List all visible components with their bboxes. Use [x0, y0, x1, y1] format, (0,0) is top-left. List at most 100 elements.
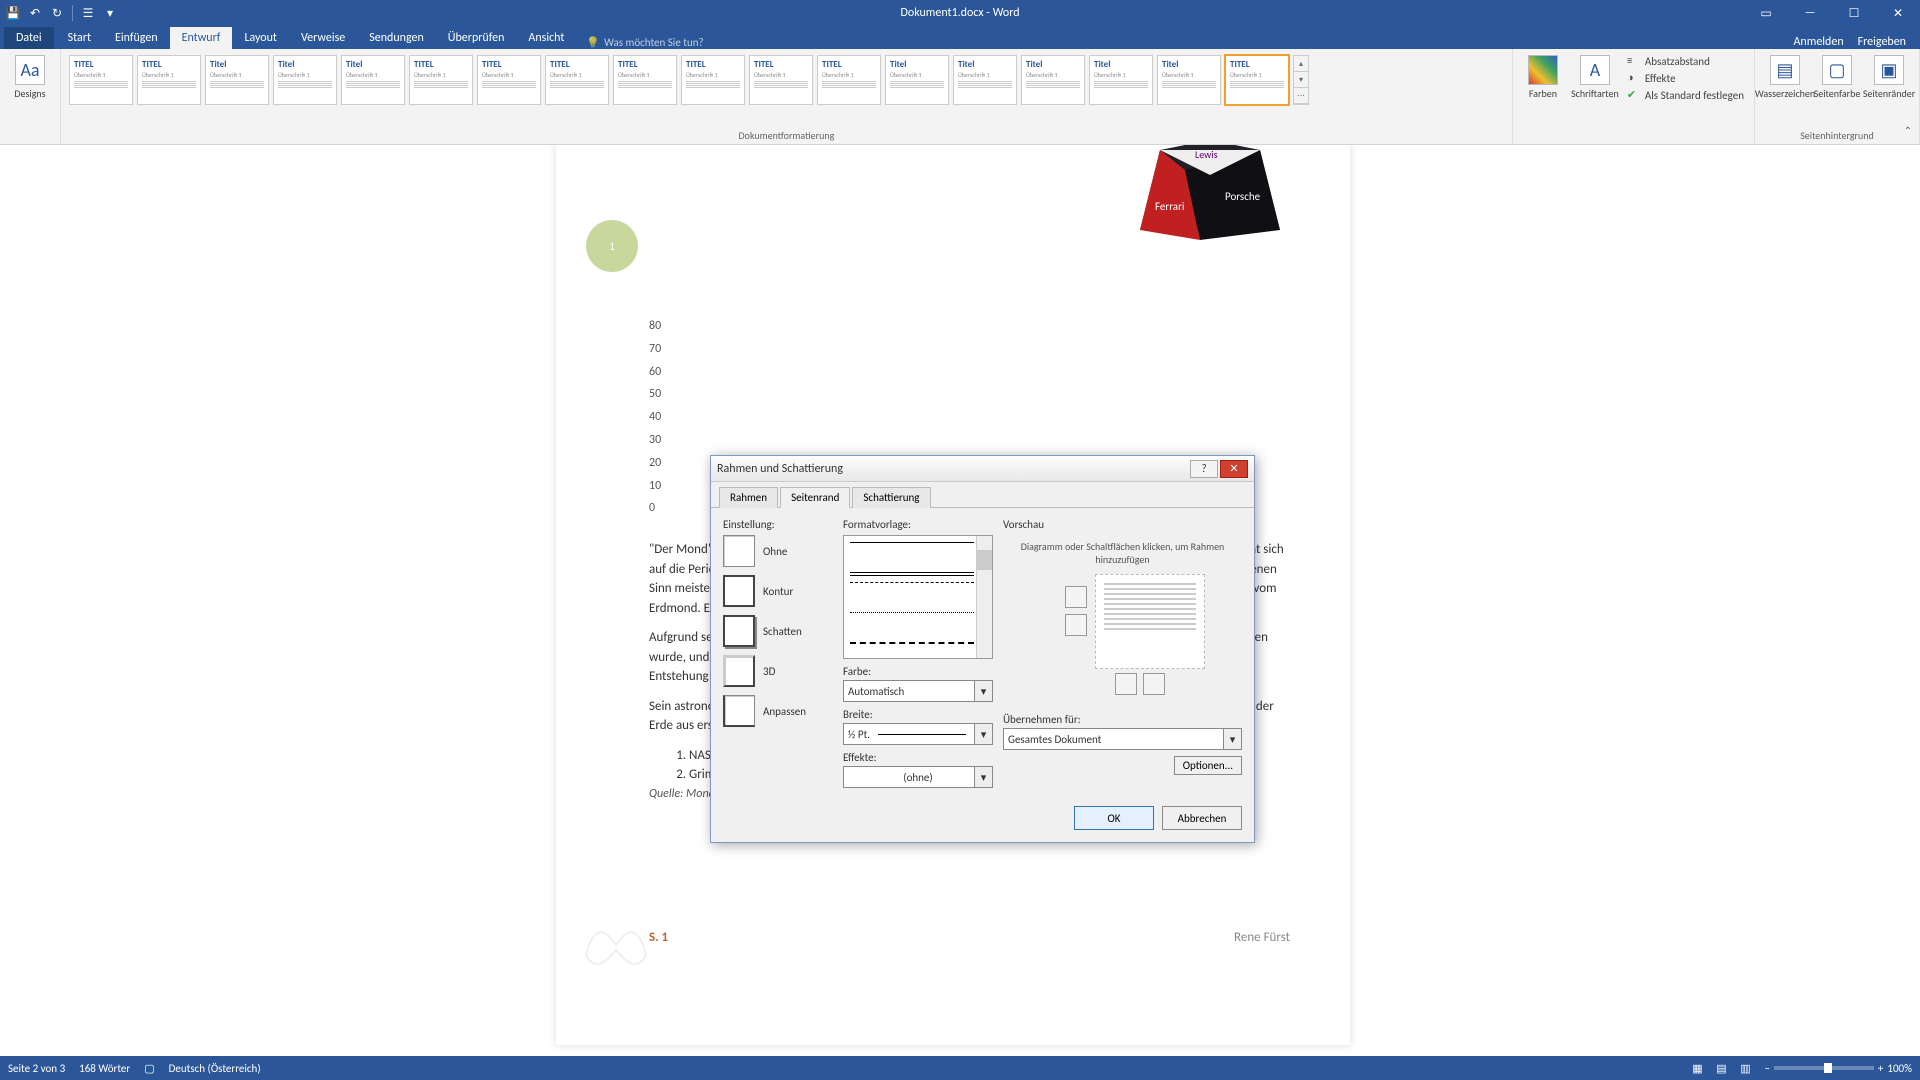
maximize-button[interactable]: ☐ — [1832, 0, 1876, 26]
options-button[interactable]: Optionen... — [1174, 756, 1242, 775]
tab-references[interactable]: Verweise — [289, 27, 357, 49]
set-default-button[interactable]: ✔Als Standard festlegen — [1623, 87, 1748, 103]
chevron-down-icon[interactable]: ▾ — [974, 681, 992, 701]
zoom-out-button[interactable]: − — [1764, 1062, 1769, 1075]
tab-start[interactable]: Start — [56, 27, 103, 49]
apply-to-combo[interactable]: Gesamtes Dokument▾ — [1003, 728, 1242, 750]
theme-thumb[interactable]: TitelÜberschrift 1 — [273, 55, 337, 105]
chevron-down-icon[interactable]: ▾ — [974, 767, 992, 787]
redo-icon[interactable]: ↻ — [50, 6, 64, 20]
colors-button[interactable]: Farben — [1519, 53, 1567, 102]
theme-thumb[interactable]: TitelÜberschrift 1 — [1021, 55, 1085, 105]
close-window-button[interactable]: ✕ — [1876, 0, 1920, 26]
theme-thumb[interactable]: TITELÜberschrift 1 — [545, 55, 609, 105]
view-web-button[interactable]: ▥ — [1734, 1059, 1756, 1077]
tab-insert[interactable]: Einfügen — [103, 27, 170, 49]
proofing-icon[interactable]: ▢ — [144, 1062, 154, 1075]
page-borders-button[interactable]: ▣ Seitenränder — [1865, 53, 1913, 102]
gallery-down[interactable]: ▾ — [1294, 72, 1308, 88]
zoom-in-button[interactable]: + — [1878, 1062, 1883, 1075]
theme-thumb[interactable]: TitelÜberschrift 1 — [885, 55, 949, 105]
style-scrollbar[interactable] — [976, 536, 992, 658]
page-color-button[interactable]: ▢ Seitenfarbe — [1813, 53, 1861, 102]
tab-borders[interactable]: Rahmen — [719, 487, 778, 508]
border-left-button[interactable] — [1115, 673, 1137, 695]
tab-layout[interactable]: Layout — [232, 27, 289, 49]
ribbon-display-button[interactable]: ▭ — [1744, 0, 1788, 26]
tellme-label: Was möchten Sie tun? — [604, 36, 704, 49]
dialog-titlebar[interactable]: Rahmen und Schattierung ? ✕ — [711, 456, 1254, 482]
theme-thumb[interactable]: TitelÜberschrift 1 — [205, 55, 269, 105]
theme-thumb[interactable]: TITELÜberschrift 1 — [69, 55, 133, 105]
window-title: Dokument1.docx - Word — [900, 6, 1019, 20]
share-button[interactable]: Freigeben — [1858, 35, 1906, 49]
zoom-slider[interactable] — [1774, 1066, 1874, 1070]
tab-file[interactable]: Datei — [4, 27, 54, 49]
theme-thumb[interactable]: TITELÜberschrift 1 — [749, 55, 813, 105]
theme-thumb[interactable]: TitelÜberschrift 1 — [953, 55, 1017, 105]
theme-thumb[interactable]: TITELÜberschrift 1 — [1225, 55, 1289, 105]
theme-thumb[interactable]: TitelÜberschrift 1 — [1157, 55, 1221, 105]
themes-button[interactable]: Aa Designs — [6, 53, 54, 102]
theme-thumb[interactable]: TitelÜberschrift 1 — [1089, 55, 1153, 105]
watermark-button[interactable]: ▤ Wasserzeichen — [1761, 53, 1809, 102]
gallery-up[interactable]: ▴ — [1294, 56, 1308, 72]
gallery-more[interactable]: ⋯ — [1294, 88, 1308, 104]
setting-3d[interactable]: 3D — [723, 655, 833, 687]
width-combo[interactable]: ½ Pt.▾ — [843, 723, 993, 745]
chevron-down-icon[interactable]: ▾ — [974, 724, 992, 744]
collapse-ribbon-button[interactable]: ⌃ — [1904, 124, 1912, 137]
qat-customize-icon[interactable]: ▾ — [103, 6, 117, 20]
watermark-label: Wasserzeichen — [1755, 87, 1815, 100]
setting-none[interactable]: Ohne — [723, 535, 833, 567]
status-page[interactable]: Seite 2 von 3 — [8, 1062, 65, 1075]
preview-label: Vorschau — [1003, 518, 1242, 531]
tab-page-border[interactable]: Seitenrand — [780, 487, 850, 508]
border-right-button[interactable] — [1143, 673, 1165, 695]
touch-mode-icon[interactable]: ☰ — [81, 6, 95, 20]
effects-button[interactable]: ◑Effekte — [1623, 70, 1748, 86]
theme-thumb[interactable]: TITELÜberschrift 1 — [137, 55, 201, 105]
theme-thumb[interactable]: TITELÜberschrift 1 — [409, 55, 473, 105]
help-button[interactable]: ? — [1190, 460, 1218, 478]
ok-button[interactable]: OK — [1074, 806, 1154, 830]
status-words[interactable]: 168 Wörter — [79, 1062, 130, 1075]
preview-page[interactable] — [1095, 574, 1205, 669]
tab-view[interactable]: Ansicht — [516, 27, 576, 49]
theme-thumb[interactable]: TITELÜberschrift 1 — [613, 55, 677, 105]
art-combo[interactable]: (ohne)▾ — [843, 766, 993, 788]
fonts-button[interactable]: A Schriftarten — [1571, 53, 1619, 102]
theme-thumb[interactable]: TITELÜberschrift 1 — [681, 55, 745, 105]
tab-review[interactable]: Überprüfen — [436, 27, 517, 49]
setting-shadow[interactable]: Schatten — [723, 615, 833, 647]
color-combo[interactable]: Automatisch▾ — [843, 680, 993, 702]
tellme-search[interactable]: 💡 Was möchten Sie tun? — [586, 36, 703, 49]
view-read-button[interactable]: ▦ — [1686, 1059, 1708, 1077]
numbered-circle: 1 — [586, 220, 638, 272]
theme-thumb[interactable]: TITELÜberschrift 1 — [817, 55, 881, 105]
border-bottom-button[interactable] — [1065, 614, 1087, 636]
document-formatting-gallery[interactable]: TITELÜberschrift 1TITELÜberschrift 1Tite… — [67, 53, 1506, 125]
save-icon[interactable]: 💾 — [6, 6, 20, 20]
theme-thumb[interactable]: TitelÜberschrift 1 — [341, 55, 405, 105]
tab-shading[interactable]: Schattierung — [852, 487, 930, 508]
style-list[interactable] — [843, 535, 993, 659]
zoom-level[interactable]: 100% — [1887, 1062, 1912, 1075]
close-dialog-button[interactable]: ✕ — [1220, 460, 1248, 478]
chevron-down-icon[interactable]: ▾ — [1223, 729, 1241, 749]
undo-icon[interactable]: ↶ — [28, 6, 42, 20]
setting-custom[interactable]: Anpassen — [723, 695, 833, 727]
tab-design[interactable]: Entwurf — [170, 27, 233, 49]
setting-box[interactable]: Kontur — [723, 575, 833, 607]
paragraph-spacing-button[interactable]: ≡Absatzabstand — [1623, 53, 1748, 69]
tab-mailings[interactable]: Sendungen — [357, 27, 436, 49]
theme-thumb[interactable]: TITELÜberschrift 1 — [477, 55, 541, 105]
setting-label: Einstellung: — [723, 518, 833, 531]
minimize-button[interactable]: — — [1788, 0, 1832, 26]
border-top-button[interactable] — [1065, 586, 1087, 608]
view-print-button[interactable]: ▤ — [1710, 1059, 1732, 1077]
cancel-button[interactable]: Abbrechen — [1162, 806, 1242, 830]
shadow-icon — [723, 615, 755, 647]
status-language[interactable]: Deutsch (Österreich) — [169, 1062, 261, 1075]
signin-link[interactable]: Anmelden — [1793, 35, 1843, 49]
